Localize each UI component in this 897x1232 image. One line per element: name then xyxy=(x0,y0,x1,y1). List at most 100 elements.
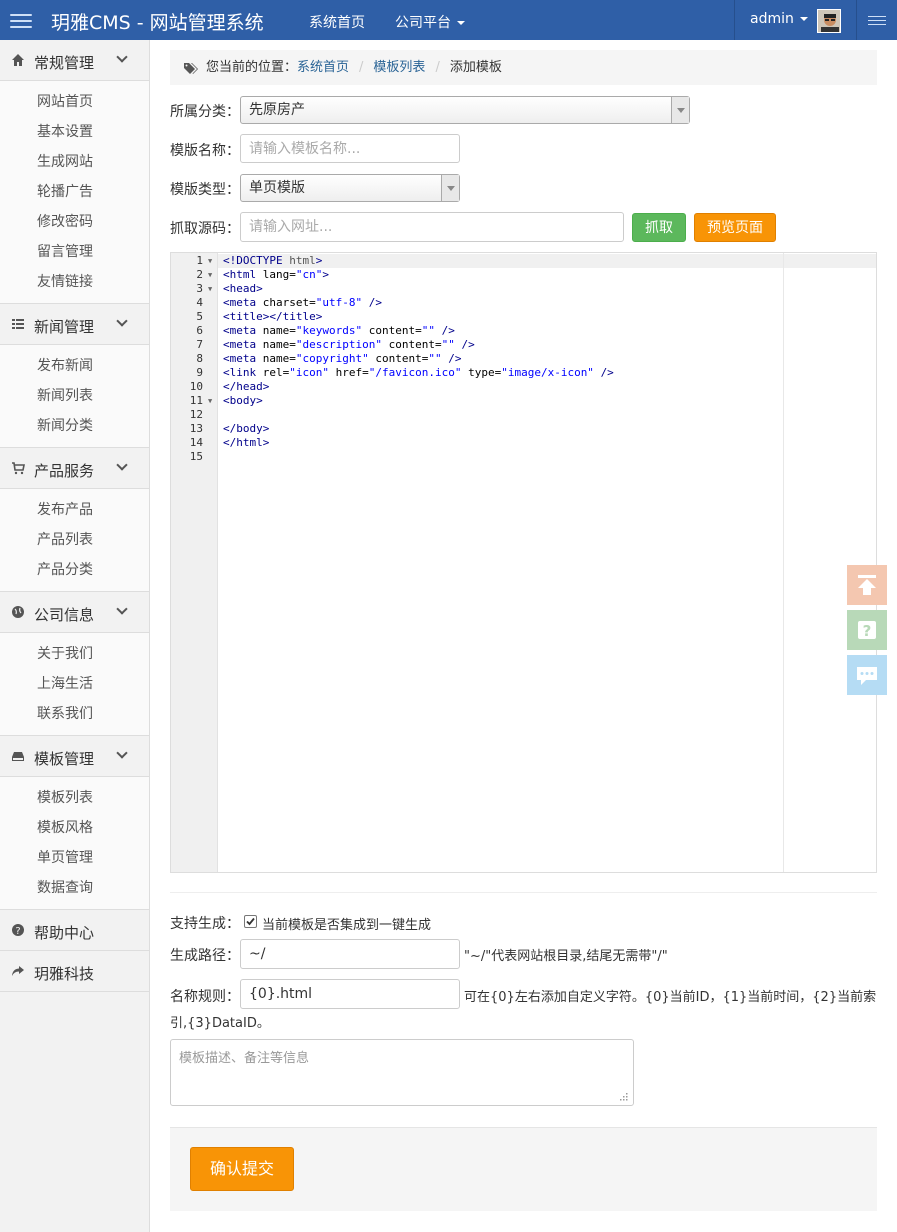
sidebar-section-help[interactable]: ? 帮助中心 xyxy=(0,910,149,951)
sidebar-section-templates[interactable]: 模板管理 xyxy=(0,736,149,777)
code-line: <html lang="cn"> xyxy=(223,268,329,281)
code-line: <link rel="icon" href="/favicon.ico" typ… xyxy=(223,366,614,379)
share-icon xyxy=(11,964,25,978)
sidebar-item[interactable]: 产品分类 xyxy=(0,555,149,585)
home-icon xyxy=(11,53,25,67)
breadcrumb-separator: / xyxy=(359,60,364,75)
menu-toggle-icon[interactable] xyxy=(10,10,32,30)
feedback-float-button[interactable] xyxy=(847,655,887,695)
chevron-down-icon xyxy=(441,175,459,201)
list-icon xyxy=(11,317,25,331)
fold-toggle-icon[interactable]: ▼ xyxy=(208,254,212,268)
sidebar-section-products[interactable]: 产品服务 xyxy=(0,448,149,489)
description-placeholder: 模板描述、备注等信息 xyxy=(179,1051,310,1066)
sidebar-item[interactable]: 新闻分类 xyxy=(0,411,149,441)
code-editor[interactable]: 1 ▼ <!DOCTYPE html> 2 ▼ <html lang="cn"> 3 ▼ <he… xyxy=(170,252,877,873)
editor-print-margin xyxy=(783,253,784,872)
code-line: </html> xyxy=(223,436,270,449)
sidebar-item[interactable]: 留言管理 xyxy=(0,237,149,267)
nav-home-link[interactable]: 系统首页 xyxy=(309,12,365,32)
category-select[interactable]: 先原房产 xyxy=(240,96,690,124)
sidebar-item[interactable]: 发布产品 xyxy=(0,495,149,525)
source-label: 抓取源码： xyxy=(170,221,240,237)
sidebar-item[interactable]: 修改密码 xyxy=(0,207,149,237)
fold-toggle-icon[interactable]: ▼ xyxy=(208,282,212,296)
nav-platform-label: 公司平台 xyxy=(395,15,451,31)
type-select[interactable]: 单页模版 xyxy=(240,174,460,202)
sidebar-item[interactable]: 发布新闻 xyxy=(0,351,149,381)
back-to-top-button[interactable] xyxy=(847,565,887,605)
sidebar-item[interactable]: 网站首页 xyxy=(0,87,149,117)
sidebar-item[interactable]: 联系我们 xyxy=(0,699,149,729)
breadcrumb-prefix: 您当前的位置： xyxy=(206,60,298,75)
question-icon: ? xyxy=(11,923,25,937)
rule-input[interactable] xyxy=(240,979,460,1009)
sidebar-item[interactable]: 新闻列表 xyxy=(0,381,149,411)
category-label: 所属分类： xyxy=(170,104,240,120)
user-dropdown[interactable]: admin xyxy=(750,11,808,27)
template-name-input[interactable] xyxy=(240,134,460,163)
path-note: "~/"代表网站根目录,结尾无需带"/" xyxy=(464,949,668,964)
breadcrumb-home-link[interactable]: 系统首页 xyxy=(297,60,349,75)
sidebar-item[interactable]: 上海生活 xyxy=(0,669,149,699)
gen-checkbox[interactable] xyxy=(244,915,257,928)
line-number: 14 xyxy=(189,436,203,449)
sidebar-item[interactable]: 轮播广告 xyxy=(0,177,149,207)
breadcrumb-list-link[interactable]: 模板列表 xyxy=(373,60,425,75)
fetch-button[interactable]: 抓取 xyxy=(632,213,686,242)
avatar[interactable] xyxy=(817,9,841,33)
code-line: <meta name="description" content="" /> xyxy=(223,338,475,351)
gen-label: 支持生成： xyxy=(170,916,240,932)
sidebar-section-label: 帮助中心 xyxy=(34,924,95,942)
caret-down-icon xyxy=(799,17,808,21)
sidebar-section-label: 新闻管理 xyxy=(34,318,95,336)
code-line: </head> xyxy=(223,380,270,393)
sidebar-item[interactable]: 模板风格 xyxy=(0,813,149,843)
type-label: 模版类型： xyxy=(170,182,240,198)
sidebar-item[interactable]: 产品列表 xyxy=(0,525,149,555)
chevron-down-icon xyxy=(116,747,128,759)
sidebar: 常规管理 网站首页 基本设置 生成网站 轮播广告 修改密码 留言管理 友情链接 … xyxy=(0,40,150,1232)
help-float-button[interactable]: ? xyxy=(847,610,887,650)
nav-platform-dropdown[interactable]: 公司平台 xyxy=(395,12,465,32)
category-value: 先原房产 xyxy=(249,102,305,118)
resize-handle-icon[interactable] xyxy=(618,1091,628,1101)
svg-text:?: ? xyxy=(15,926,20,937)
right-menu-icon[interactable] xyxy=(868,13,886,27)
tags-icon xyxy=(184,63,198,74)
chevron-down-icon xyxy=(116,459,128,471)
line-number: 5 xyxy=(196,310,203,323)
code-line: <body> xyxy=(223,394,263,407)
path-input[interactable] xyxy=(240,939,460,969)
sidebar-item[interactable]: 基本设置 xyxy=(0,117,149,147)
chevron-down-icon xyxy=(116,315,128,327)
fold-toggle-icon[interactable]: ▼ xyxy=(208,394,212,408)
sidebar-item[interactable]: 数据查询 xyxy=(0,873,149,903)
sidebar-item[interactable]: 生成网站 xyxy=(0,147,149,177)
line-number: 10 xyxy=(189,380,203,393)
breadcrumb-separator: / xyxy=(435,60,440,75)
sidebar-item[interactable]: 模板列表 xyxy=(0,783,149,813)
main-content: 您当前的位置：系统首页 / 模板列表 / 添加模板 所属分类： 先原房产 模版名称： 模… xyxy=(150,40,897,1232)
line-number: 7 xyxy=(196,338,203,351)
sidebar-section-company[interactable]: 公司信息 xyxy=(0,592,149,633)
fold-toggle-icon[interactable]: ▼ xyxy=(208,268,212,282)
sidebar-item[interactable]: 单页管理 xyxy=(0,843,149,873)
sidebar-section-general[interactable]: 常规管理 xyxy=(0,40,149,81)
sidebar-submenu: 模板列表 模板风格 单页管理 数据查询 xyxy=(0,777,149,910)
sidebar-section-news[interactable]: 新闻管理 xyxy=(0,304,149,345)
preview-button[interactable]: 预览页面 xyxy=(694,213,776,242)
source-url-input[interactable] xyxy=(240,212,624,242)
top-navbar: 玥雅CMS - 网站管理系统 系统首页 公司平台 admin xyxy=(0,0,897,40)
submit-button[interactable]: 确认提交 xyxy=(190,1147,294,1191)
cart-icon xyxy=(11,461,25,475)
type-value: 单页模版 xyxy=(249,180,305,196)
arrow-up-icon xyxy=(858,575,876,595)
chevron-down-icon xyxy=(116,603,128,615)
sidebar-section-label: 常规管理 xyxy=(34,54,95,72)
sidebar-section-label: 玥雅科技 xyxy=(34,965,95,983)
sidebar-item[interactable]: 友情链接 xyxy=(0,267,149,297)
sidebar-item[interactable]: 关于我们 xyxy=(0,639,149,669)
sidebar-section-company-link[interactable]: 玥雅科技 xyxy=(0,951,149,992)
description-textarea[interactable]: 模板描述、备注等信息 xyxy=(170,1039,634,1106)
